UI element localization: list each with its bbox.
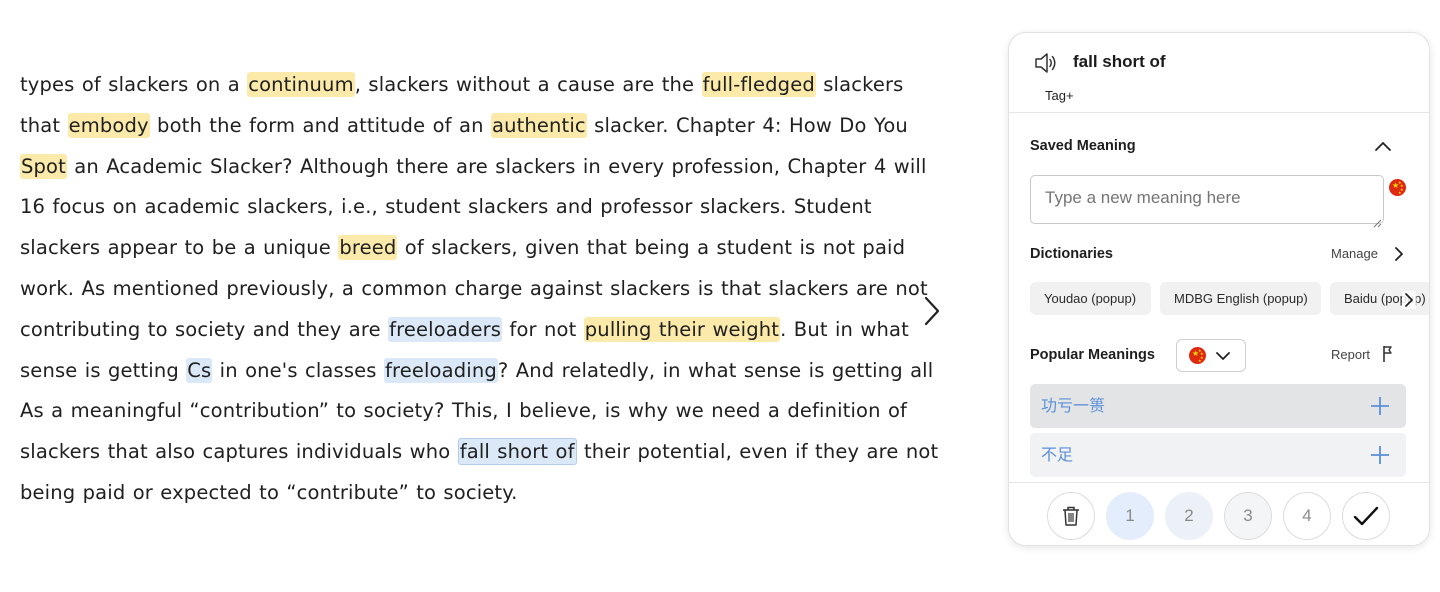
plain-text: their potential, even if they are not (576, 440, 939, 464)
plain-text: in one's classes (212, 358, 384, 382)
chevron-down-icon (1216, 352, 1230, 360)
report-flag-icon[interactable] (1381, 345, 1395, 363)
language-select[interactable]: ★ ★ ★ ★ ★ (1176, 339, 1246, 372)
level-2-button[interactable]: 2 (1165, 492, 1213, 540)
text-line: slackers that also captures individuals … (20, 432, 938, 473)
plain-text: slackers (815, 73, 904, 96)
add-plus-icon[interactable] (1370, 445, 1390, 465)
plain-text: for not (502, 317, 584, 341)
plain-text: slackers appear to be a unique (20, 236, 339, 260)
manage-dictionaries-link[interactable]: Manage (1331, 246, 1378, 261)
plain-text: . But in what (780, 317, 909, 341)
popular-meanings-heading: Popular Meanings (1030, 347, 1155, 363)
china-flag-icon: ★ ★ ★ ★ ★ (1189, 347, 1206, 364)
china-flag-icon[interactable]: ★ ★ ★ ★ ★ (1389, 179, 1406, 196)
word-title: fall short of (1073, 52, 1166, 71)
highlighted-word-saved[interactable]: full-fledged (701, 72, 816, 97)
saved-meaning-heading: Saved Meaning (1030, 138, 1136, 154)
highlighted-word-learning[interactable]: freeloaders (388, 316, 503, 342)
level-3-button[interactable]: 3 (1224, 492, 1272, 540)
plain-text: that (20, 113, 68, 137)
speaker-icon[interactable] (1033, 51, 1059, 75)
meaning-text: 不足 (1041, 445, 1074, 464)
reading-text: types of slackers on a continuum, slacke… (20, 65, 938, 514)
text-line: contributing to society and they are fre… (20, 310, 909, 351)
plain-text: , slackers without a cause are the (354, 73, 702, 96)
highlighted-word-selected[interactable]: fall short of (457, 438, 577, 466)
word-popup-panel: fall short of Tag+ Saved Meaning ★ ★ ★ ★… (1008, 32, 1430, 546)
text-line: sense is getting Cs in one's classes fre… (20, 351, 933, 392)
dictionaries-heading: Dictionaries (1030, 246, 1113, 262)
highlighted-word-saved[interactable]: embody (67, 112, 150, 138)
dictionary-chip[interactable]: MDBG English (popup) (1160, 282, 1321, 315)
meaning-text: 功亏一篑 (1041, 396, 1106, 415)
text-line: types of slackers on a continuum, slacke… (20, 65, 903, 106)
popup-header: fall short of Tag+ (1009, 33, 1429, 113)
check-icon (1353, 506, 1379, 526)
plain-text: contributing to society and they are (20, 317, 389, 341)
popup-body[interactable]: Saved Meaning ★ ★ ★ ★ ★ Dictionaries Man… (1009, 114, 1429, 482)
highlighted-word-saved[interactable]: continuum (247, 72, 355, 97)
highlighted-word-saved[interactable]: authentic (490, 112, 587, 138)
highlighted-word-saved[interactable]: pulling their weight (583, 316, 781, 342)
highlighted-word-learning[interactable]: freeloading (383, 357, 498, 383)
next-page-chevron-icon[interactable] (918, 292, 946, 330)
known-check-button[interactable] (1342, 492, 1390, 540)
highlighted-word-learning[interactable]: Cs (186, 357, 213, 383)
level-4-button[interactable]: 4 (1283, 492, 1331, 540)
dictionary-chip[interactable]: Youdao (popup) (1030, 282, 1151, 315)
plain-text: of slackers, given that being a student … (397, 236, 906, 260)
report-link[interactable]: Report (1331, 347, 1370, 362)
text-line: As a meaningful “contribution” to societ… (20, 391, 907, 432)
plain-text: an Academic Slacker? Although there are … (66, 154, 927, 178)
dictionary-list: Youdao (popup) MDBG English (popup) Baid… (1030, 282, 1429, 316)
dictionaries-scroll-right-icon[interactable] (1402, 291, 1416, 309)
plain-text: work. As mentioned previously, a common … (20, 276, 928, 300)
plain-text: being paid or expected to “contribute” t… (20, 480, 518, 504)
text-line: work. As mentioned previously, a common … (20, 269, 928, 310)
popular-meaning-item[interactable]: 功亏一篑 (1030, 384, 1406, 428)
text-line: that embody both the form and attitude o… (20, 106, 908, 147)
plain-text: As a meaningful “contribution” to societ… (20, 399, 908, 423)
new-meaning-input[interactable] (1030, 175, 1384, 224)
plain-text: slacker. Chapter 4: How Do You (586, 113, 908, 137)
plain-text: ? And relatedly, in what sense is gettin… (497, 358, 934, 382)
text-line: 16 focus on academic slackers, i.e., stu… (20, 187, 880, 228)
highlighted-word-saved[interactable]: Spot (20, 153, 67, 179)
resize-grip-icon[interactable] (1373, 213, 1382, 228)
level-1-button[interactable]: 1 (1106, 492, 1154, 540)
add-tag-button[interactable]: Tag+ (1045, 88, 1074, 103)
plain-text: sense is getting (20, 358, 187, 382)
popup-footer: 1 2 3 4 (1009, 482, 1429, 545)
plain-text: types of slackers on a (20, 73, 248, 96)
collapse-chevron-up-icon[interactable] (1373, 138, 1393, 154)
trash-icon (1063, 506, 1079, 526)
delete-button[interactable] (1047, 492, 1095, 540)
chevron-right-icon[interactable] (1393, 246, 1405, 262)
popular-meaning-item[interactable]: 不足 (1030, 433, 1406, 477)
text-line: being paid or expected to “contribute” t… (20, 473, 880, 514)
plain-text: both the form and attitude of an (149, 113, 491, 137)
highlighted-word-saved[interactable]: breed (338, 235, 398, 261)
plain-text: 16 focus on academic slackers, i.e., stu… (20, 195, 872, 219)
text-line: Spot an Academic Slacker? Although there… (20, 147, 926, 188)
plain-text: slackers that also captures individuals … (20, 440, 458, 464)
add-plus-icon[interactable] (1370, 396, 1390, 416)
text-line: slackers appear to be a unique breed of … (20, 228, 905, 269)
